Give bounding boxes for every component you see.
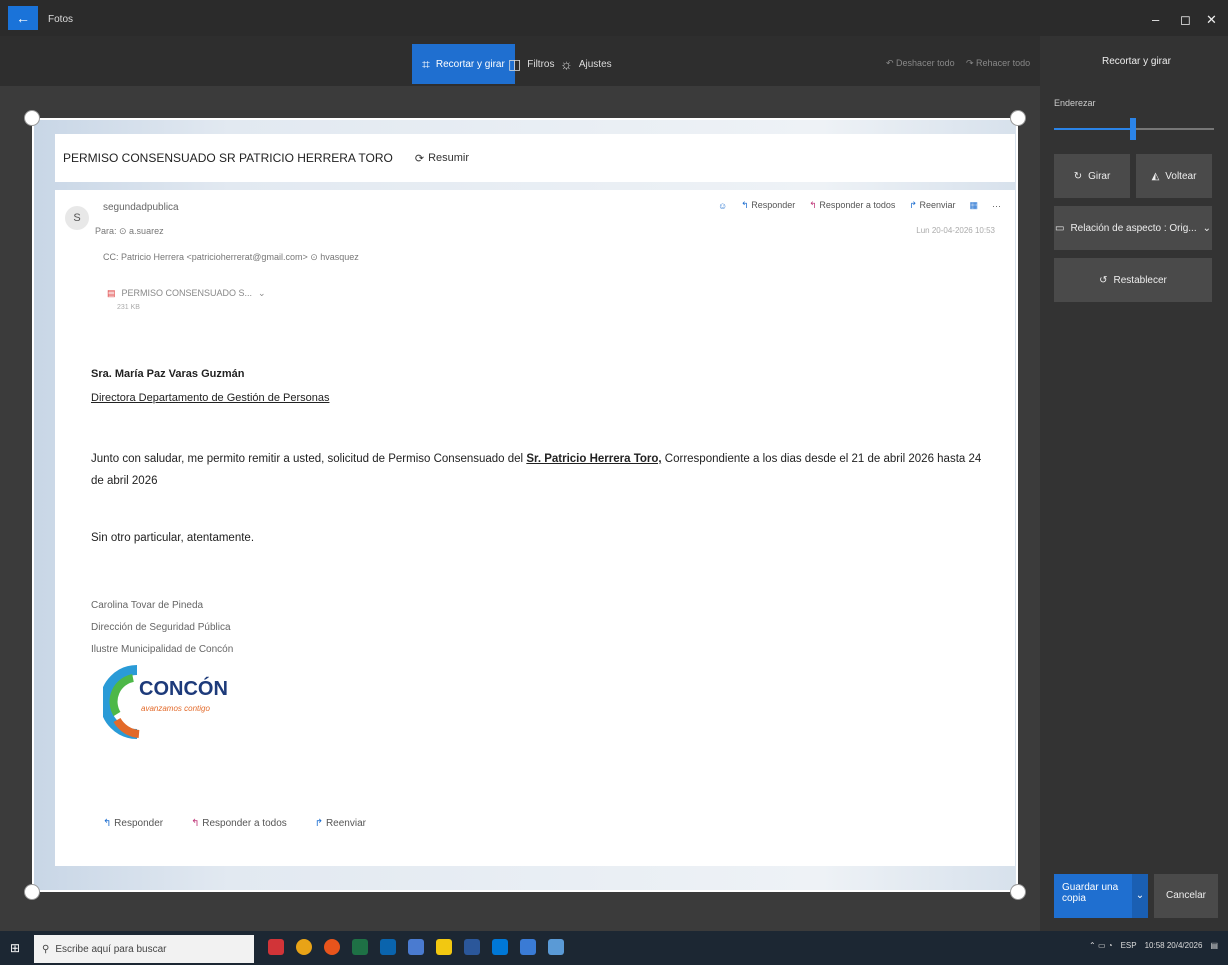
- avatar: S: [65, 206, 89, 230]
- email-body: S segundadpublica Para: ⊙ a.suarez CC: P…: [55, 190, 1015, 866]
- email-header: PERMISO CONSENSUADO SR PATRICIO HERRERA …: [55, 134, 1015, 182]
- search-placeholder: Escribe aquí para buscar: [55, 943, 167, 955]
- acrobat-icon[interactable]: [268, 939, 284, 955]
- footer-reply: ↰ Responder: [103, 818, 164, 829]
- maximize-icon[interactable]: ◻: [1180, 12, 1191, 28]
- windows-start-icon[interactable]: ⊞: [10, 941, 24, 955]
- search-icon: ⚲: [42, 943, 50, 955]
- back-button[interactable]: ←: [8, 6, 38, 30]
- crop-handle-top-left[interactable]: [24, 110, 40, 126]
- more-icon: ···: [992, 200, 1001, 211]
- close-icon[interactable]: ✕: [1206, 12, 1217, 28]
- signature-line: Ilustre Municipalidad de Concón: [91, 644, 234, 655]
- flip-icon: ◭: [1151, 170, 1160, 182]
- email-actions: ☺ ↰ Responder ↰ Responder a todos ↱ Reen…: [718, 200, 1001, 211]
- smiley-icon: ☺: [717, 200, 728, 211]
- body-paragraph: Junto con saludar, me permito remitir a …: [91, 453, 982, 487]
- footer-reply-all: ↰ Responder a todos: [191, 818, 287, 829]
- recipient-title: Directora Departamento de Gestión de Per…: [91, 392, 330, 404]
- flip-label: Voltear: [1165, 170, 1197, 182]
- email-date: Lun 20-04-2026 10:53: [916, 226, 995, 235]
- file-explorer-icon[interactable]: [436, 939, 452, 955]
- tab-label: Ajustes: [578, 58, 612, 70]
- taskbar: ⊞ ⚲ Escribe aquí para buscar ⌃ ▭ ◔ ESP 1…: [0, 931, 1228, 965]
- reply-action: ↰ Responder: [741, 200, 796, 210]
- crop-handle-bottom-left[interactable]: [24, 884, 40, 900]
- photo-toolbar: ⌗ Recortar y girar ◫ Filtros ☼ Ajustes ↶…: [0, 36, 1040, 86]
- sender-name: segundadpublica: [103, 202, 179, 213]
- forward-action: ↱ Reenviar: [909, 200, 956, 210]
- footer-forward: ↱ Reenviar: [314, 818, 366, 829]
- adjust-icon: ☼: [560, 56, 573, 72]
- outlook-icon[interactable]: [380, 939, 396, 955]
- grid-icon: ▦: [969, 200, 978, 210]
- reset-icon: ↺: [1099, 274, 1108, 286]
- panel-title: Recortar y girar: [1102, 56, 1171, 67]
- straighten-label: Enderezar: [1054, 98, 1096, 108]
- chrome-icon[interactable]: [296, 939, 312, 955]
- flip-button[interactable]: ◭ Voltear: [1136, 154, 1212, 198]
- word-icon[interactable]: [464, 939, 480, 955]
- language-indicator[interactable]: ESP: [1121, 941, 1137, 950]
- pdf-icon: ▤: [107, 288, 116, 298]
- title-bar: ← Fotos – ◻ ✕: [0, 0, 1228, 36]
- save-copy-button[interactable]: Guardar una copia: [1054, 874, 1132, 918]
- reply-all-action: ↰ Responder a todos: [809, 200, 896, 210]
- email-subject: PERMISO CONSENSUADO SR PATRICIO HERRERA …: [63, 151, 393, 165]
- firefox-icon[interactable]: [324, 939, 340, 955]
- cancel-button[interactable]: Cancelar: [1154, 874, 1218, 918]
- recipient-name: Sra. María Paz Varas Guzmán: [91, 368, 245, 380]
- excel-icon[interactable]: [352, 939, 368, 955]
- footer-actions: ↰ Responder ↰ Responder a todos ↱ Reenvi…: [103, 818, 366, 829]
- tray-icons[interactable]: ⌃ ▭ ◔: [1089, 941, 1113, 950]
- rotate-label: Girar: [1088, 170, 1111, 182]
- photos-icon[interactable]: [548, 939, 564, 955]
- app-title: Fotos: [48, 14, 74, 25]
- photo-canvas: PERMISO CONSENSUADO SR PATRICIO HERRERA …: [0, 86, 1040, 931]
- edge-icon[interactable]: [492, 939, 508, 955]
- closing: Sin otro particular, atentamente.: [91, 532, 255, 544]
- side-panel: Recortar y girar Enderezar ↻ Girar ◭ Vol…: [1040, 36, 1228, 931]
- logo-text: CONCÓN: [139, 678, 228, 700]
- cc-line: CC: Patricio Herrera <patricioherrerat@g…: [103, 252, 359, 262]
- summarize-label: Resumir: [428, 152, 470, 164]
- concon-logo: [103, 665, 140, 739]
- straighten-slider-fill: [1054, 128, 1134, 130]
- crop-icon: ⌗: [422, 55, 430, 72]
- signature-line: Carolina Tovar de Pineda: [91, 600, 204, 611]
- logo-subtitle: avanzamos contigo: [141, 704, 210, 713]
- chevron-down-icon: ⌄: [258, 288, 266, 298]
- aspect-icon: ▭: [1054, 222, 1065, 234]
- attachment: ▤ PERMISO CONSENSUADO S... ⌄: [107, 288, 266, 299]
- crop-handle-top-right[interactable]: [1010, 110, 1026, 126]
- attachment-name: PERMISO CONSENSUADO S...: [121, 288, 253, 298]
- system-tray: ⌃ ▭ ◔ ESP 10:58 20/4/2026 ▤: [1089, 941, 1218, 950]
- store-icon[interactable]: [520, 939, 536, 955]
- chevron-down-icon: ⌄: [1202, 222, 1212, 234]
- reset-label: Restablecer: [1113, 274, 1167, 286]
- straighten-slider-thumb[interactable]: [1130, 118, 1136, 140]
- signature-line: Dirección de Seguridad Pública: [91, 622, 231, 633]
- undo-all-button[interactable]: ↶ Deshacer todo: [886, 58, 955, 69]
- redo-all-button[interactable]: ↷ Rehacer todo: [966, 58, 1030, 69]
- crop-handle-bottom-right[interactable]: [1010, 884, 1026, 900]
- filters-icon: ◫: [508, 55, 522, 72]
- summarize-button: ⟳ Resumir: [415, 152, 469, 165]
- aspect-label: Relación de aspecto : Orig...: [1070, 222, 1197, 234]
- reset-button[interactable]: ↺ Restablecer: [1054, 258, 1212, 302]
- clock[interactable]: 10:58 20/4/2026: [1145, 941, 1203, 950]
- aspect-ratio-dropdown[interactable]: ▭ Relación de aspecto : Orig... ⌄: [1054, 206, 1212, 250]
- notifications-icon[interactable]: ▤: [1210, 941, 1218, 950]
- taskbar-search[interactable]: ⚲ Escribe aquí para buscar: [34, 935, 254, 963]
- attachment-size: 231 KB: [117, 304, 140, 311]
- rotate-icon: ↻: [1073, 170, 1083, 182]
- to-line: Para: ⊙ a.suarez: [95, 226, 164, 236]
- tab-label: Recortar y girar: [435, 58, 505, 70]
- tab-adjust[interactable]: ☼ Ajustes: [550, 44, 622, 84]
- chevron-down-icon[interactable]: ⌄: [1132, 874, 1148, 918]
- app-icon[interactable]: [408, 939, 424, 955]
- minimize-icon[interactable]: –: [1152, 12, 1159, 27]
- summarize-icon: ⟳: [414, 152, 425, 165]
- rotate-button[interactable]: ↻ Girar: [1054, 154, 1130, 198]
